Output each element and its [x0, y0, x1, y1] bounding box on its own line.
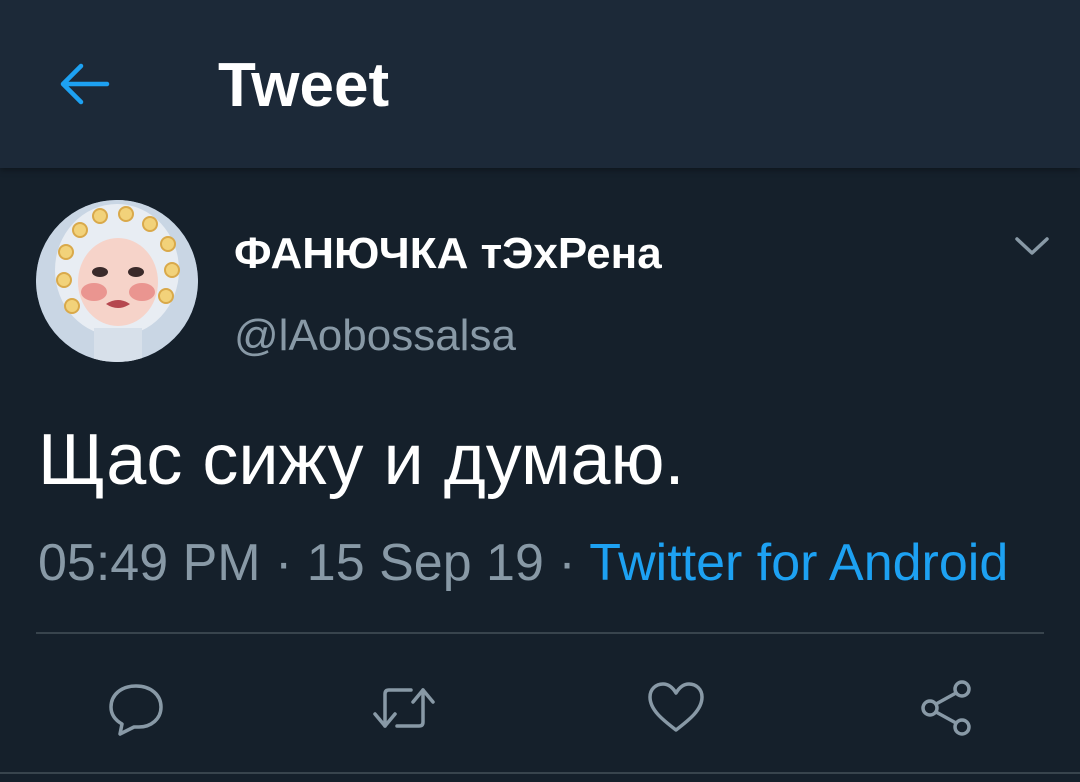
share-icon — [921, 680, 971, 736]
arrow-left-icon — [60, 63, 110, 105]
retweet-button[interactable] — [368, 672, 440, 744]
avatar[interactable] — [36, 200, 198, 362]
tweet-menu-button[interactable] — [1010, 228, 1054, 264]
like-button[interactable] — [640, 672, 712, 744]
user-handle[interactable]: @lAobossalsa — [234, 308, 516, 364]
meta-separator: · — [543, 534, 590, 592]
avatar-image — [36, 200, 198, 362]
bottom-divider — [0, 772, 1080, 774]
reply-icon — [109, 684, 163, 736]
tweet-meta: 05:49 PM · 15 Sep 19 · Twitter for Andro… — [38, 532, 1008, 594]
retweet-icon — [373, 688, 435, 728]
meta-separator: · — [260, 534, 307, 592]
chevron-down-icon — [1015, 237, 1049, 255]
tweet-time: 05:49 PM — [38, 534, 261, 592]
display-name[interactable]: ФАНЮЧКА тЭхРена — [234, 228, 662, 280]
tweet-text: Щас сижу и думаю. — [38, 420, 685, 500]
top-bar: Tweet — [0, 0, 1080, 168]
tweet-date: 15 Sep 19 — [306, 534, 544, 592]
heart-icon — [648, 682, 704, 732]
divider — [36, 632, 1044, 634]
reply-button[interactable] — [100, 672, 172, 744]
back-button[interactable] — [52, 52, 116, 116]
share-button[interactable] — [910, 672, 982, 744]
tweet-source-link[interactable]: Twitter for Android — [589, 534, 1008, 592]
action-bar — [0, 660, 1080, 750]
page-title: Tweet — [218, 51, 390, 120]
